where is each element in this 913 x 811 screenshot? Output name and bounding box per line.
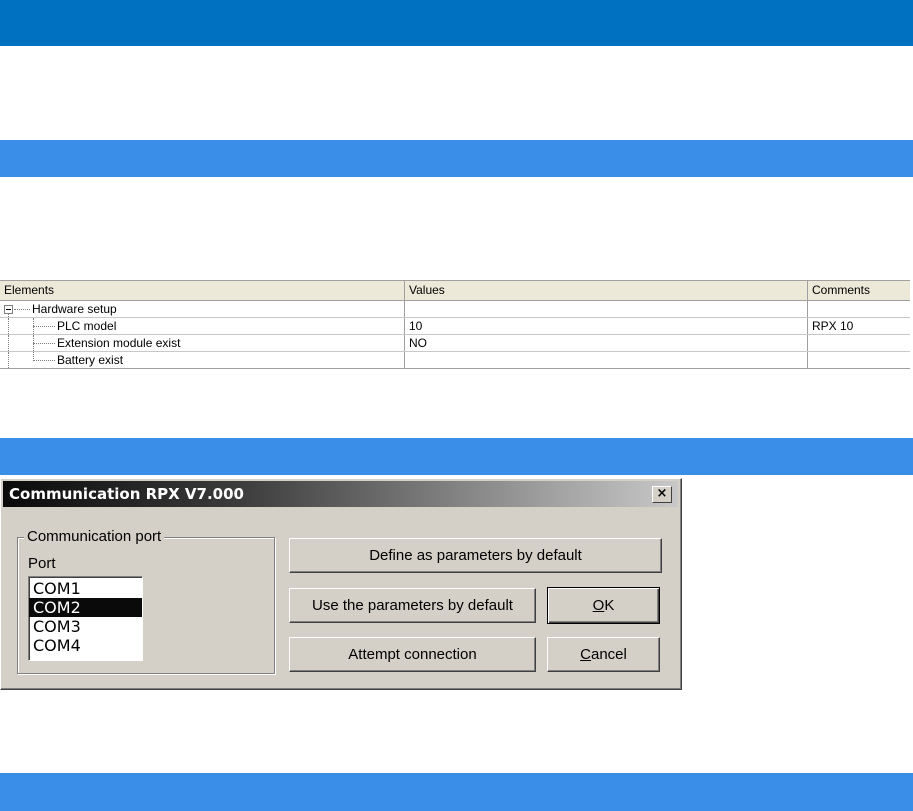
section-banner-3 [0, 773, 913, 811]
tree-connector [33, 352, 34, 361]
cancel-button[interactable]: Cancel [547, 637, 660, 672]
tree-label: Hardware setup [32, 302, 117, 316]
tree-connector [14, 309, 30, 310]
use-default-button[interactable]: Use the parameters by default [289, 588, 536, 623]
tree-connector [33, 360, 55, 361]
tree-label: Extension module exist [57, 336, 181, 350]
tree-connector [8, 335, 9, 351]
ok-button[interactable]: OK [547, 587, 660, 624]
group-label: Communication port [24, 528, 165, 545]
port-option-selected[interactable]: COM2 [29, 598, 142, 617]
port-option[interactable]: COM3 [29, 617, 142, 636]
tree-connector [33, 335, 34, 351]
port-listbox[interactable]: COM1 COM2 COM3 COM4 [28, 576, 143, 661]
tree-row-battery[interactable]: Battery exist [0, 352, 910, 368]
ok-label: K [604, 597, 615, 614]
comment-cell[interactable] [808, 352, 910, 368]
port-label: Port [28, 555, 56, 572]
value-cell[interactable]: NO [405, 335, 808, 351]
header-comments[interactable]: Comments [808, 281, 910, 300]
dialog-titlebar[interactable]: Communication RPX V7.000 × [3, 481, 678, 507]
top-banner [0, 0, 913, 46]
dialog-title: Communication RPX V7.000 [9, 485, 244, 503]
section-banner-1 [0, 140, 913, 177]
tree-connector [33, 343, 55, 344]
attempt-connection-label: Attempt connection [348, 646, 477, 663]
value-cell[interactable]: 10 [405, 318, 808, 334]
attempt-connection-button[interactable]: Attempt connection [289, 637, 536, 672]
grid-header: Elements Values Comments [0, 281, 910, 301]
value-cell[interactable] [405, 301, 808, 317]
tree-row-hardware-setup[interactable]: Hardware setup [0, 301, 910, 318]
hardware-property-grid: Elements Values Comments Hardware setup … [0, 280, 910, 369]
tree-connector [33, 318, 34, 334]
tree-row-plc-model[interactable]: PLC model 10 RPX 10 [0, 318, 910, 335]
value-cell[interactable] [405, 352, 808, 368]
communication-port-group: Communication port Port COM1 COM2 COM3 C… [17, 528, 275, 674]
port-option[interactable]: COM1 [29, 579, 142, 598]
define-default-label: Define as parameters by default [369, 547, 582, 564]
tree-connector [8, 318, 9, 334]
comment-cell[interactable] [808, 335, 910, 351]
cancel-label: ancel [590, 646, 627, 663]
comment-cell[interactable]: RPX 10 [808, 318, 910, 334]
header-elements[interactable]: Elements [0, 281, 405, 300]
tree-label: PLC model [57, 319, 117, 333]
tree-label: Battery exist [57, 353, 124, 367]
port-option[interactable]: COM4 [29, 636, 142, 655]
close-icon[interactable]: × [652, 486, 672, 503]
header-values[interactable]: Values [405, 281, 808, 300]
comment-cell[interactable] [808, 301, 910, 317]
section-banner-2 [0, 438, 913, 475]
tree-connector [33, 326, 55, 327]
tree-connector [8, 313, 9, 317]
tree-connector [8, 352, 9, 368]
use-default-label: Use the parameters by default [312, 597, 513, 614]
tree-row-extension-module[interactable]: Extension module exist NO [0, 335, 910, 352]
ok-mnemonic: O [592, 597, 605, 614]
cancel-mnemonic: C [580, 646, 591, 663]
communication-dialog: Communication RPX V7.000 × Communication… [0, 478, 682, 690]
define-default-button[interactable]: Define as parameters by default [289, 538, 662, 573]
